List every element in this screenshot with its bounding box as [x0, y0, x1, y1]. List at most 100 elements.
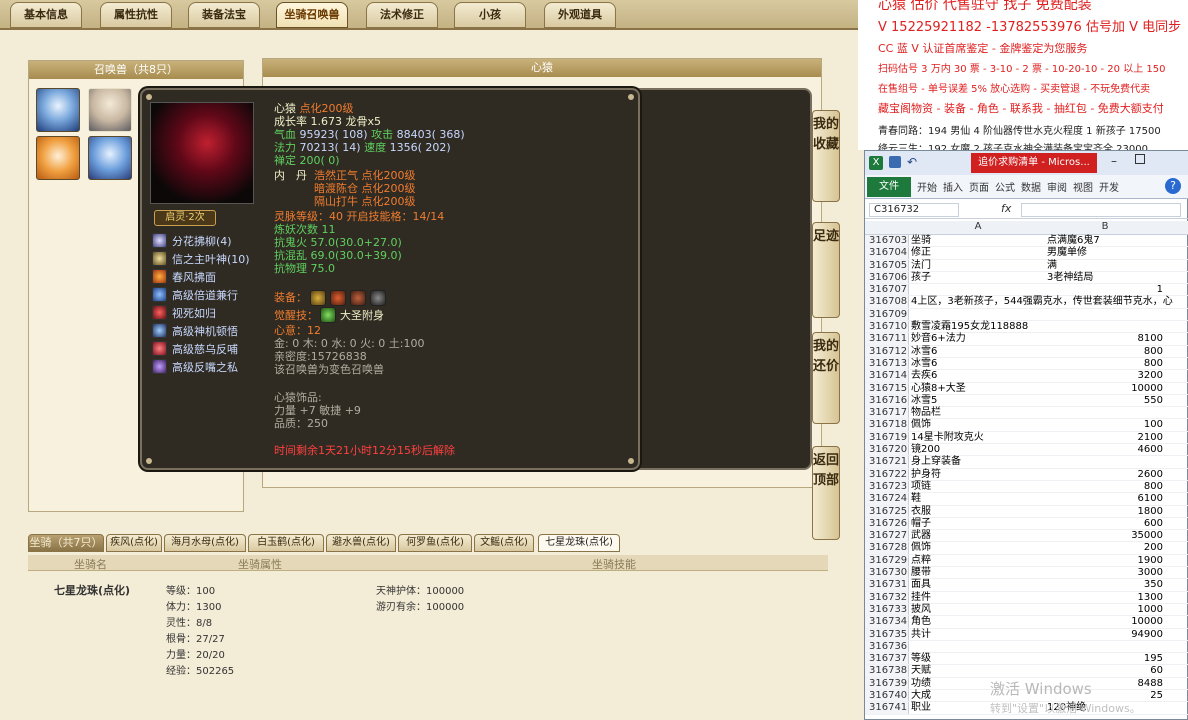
cell-a[interactable]: 孩子	[911, 272, 1045, 284]
cell-a[interactable]: 点粹	[911, 555, 1045, 567]
summon-avatar-3[interactable]	[36, 136, 80, 180]
row-number[interactable]: 316719	[865, 431, 909, 444]
cell-b[interactable]: 600	[1047, 518, 1163, 530]
row-number[interactable]: 316711	[865, 333, 909, 345]
tab-attributes[interactable]: 属性抗性	[100, 2, 172, 28]
table-row[interactable]: 316709	[865, 308, 1188, 322]
summon-avatar-1[interactable]	[36, 88, 80, 132]
cell-a[interactable]: 武器	[911, 530, 1045, 542]
row-number[interactable]: 316726	[865, 517, 909, 530]
table-row[interactable]: 316733 披风 1000	[865, 603, 1188, 617]
table-row[interactable]: 316729 点粹 1900	[865, 554, 1188, 568]
column-b-header[interactable]: B	[1047, 221, 1163, 232]
cell-b[interactable]: 10000	[1047, 383, 1163, 395]
cell-a[interactable]: 冰雪5	[911, 395, 1045, 407]
mount-tab[interactable]: 避水兽(点化)	[326, 534, 396, 552]
cell-b[interactable]: 3老神结局	[1047, 272, 1163, 284]
ribbon-tab[interactable]: 公式	[995, 179, 1015, 194]
cell-b[interactable]: 1000	[1047, 604, 1163, 616]
row-number[interactable]: 316728	[865, 542, 909, 554]
ribbon-tab-file[interactable]: 文件	[867, 177, 911, 197]
row-number[interactable]: 316722	[865, 468, 909, 480]
cell-b[interactable]: 2100	[1047, 432, 1163, 444]
tab-child[interactable]: 小孩	[454, 2, 526, 28]
table-row[interactable]: 316710 敷雪凌霜195女龙118888	[865, 321, 1188, 334]
cell-a[interactable]: 挂件	[911, 592, 1045, 604]
save-icon[interactable]	[889, 156, 901, 168]
ribbon-tab[interactable]: 数据	[1021, 179, 1041, 194]
table-row[interactable]: 316717 物品栏	[865, 407, 1188, 420]
tab-equipment[interactable]: 装备法宝	[188, 2, 260, 28]
row-number[interactable]: 316717	[865, 407, 909, 419]
cell-a[interactable]: 冰雪6	[911, 346, 1045, 358]
cell-a[interactable]: 天赋	[911, 665, 1045, 677]
table-row[interactable]: 316715 心猿8+大圣 10000	[865, 382, 1188, 395]
table-row[interactable]: 316711 妙音6+法力 8100	[865, 333, 1188, 346]
table-row[interactable]: 316707 1	[865, 284, 1188, 297]
ribbon-tab[interactable]: 页面	[969, 179, 989, 194]
cell-b[interactable]: 800	[1047, 358, 1163, 370]
cell-b[interactable]: 点满魔6鬼7	[1047, 235, 1163, 247]
summon-avatar-4[interactable]	[88, 136, 132, 180]
table-row[interactable]: 316712 冰雪6 800	[865, 345, 1188, 358]
table-row[interactable]: 316714 去疾6 3200	[865, 370, 1188, 383]
cell-a[interactable]: 坐骑	[911, 235, 1045, 247]
tab-spell-fix[interactable]: 法术修正	[366, 2, 438, 28]
row-number[interactable]: 316712	[865, 345, 909, 357]
row-number[interactable]: 316718	[865, 419, 909, 431]
table-row[interactable]: 316704 修正 男魔单修	[865, 247, 1188, 260]
cell-a[interactable]: 修正	[911, 247, 1045, 259]
tab-mount-summon[interactable]: 坐骑召唤兽	[276, 2, 348, 28]
cell-a[interactable]: 腰带	[911, 567, 1045, 579]
cell-b[interactable]: 100	[1047, 419, 1163, 431]
row-number[interactable]: 316703	[865, 235, 909, 247]
row-number[interactable]: 316715	[865, 382, 909, 394]
table-row[interactable]: 316721 身上穿装备	[865, 456, 1188, 469]
row-number[interactable]: 316733	[865, 603, 909, 616]
table-row[interactable]: 316737 等级 195	[865, 653, 1188, 666]
equip-slot-3-icon[interactable]	[350, 290, 366, 306]
cell-b[interactable]: 35000	[1047, 530, 1163, 542]
cell-a[interactable]: 帽子	[911, 518, 1045, 530]
row-number[interactable]: 316729	[865, 554, 909, 567]
table-row[interactable]: 316713 冰雪6 800	[865, 357, 1188, 371]
table-row[interactable]: 316724 鞋 6100	[865, 493, 1188, 506]
cell-a[interactable]: 妙音6+法力	[911, 333, 1045, 345]
mount-tab-active[interactable]: 七星龙珠(点化)	[538, 534, 620, 552]
row-number[interactable]: 316736	[865, 640, 909, 653]
ribbon-tab[interactable]: 审阅	[1047, 179, 1067, 194]
cell-a[interactable]: 佩饰	[911, 542, 1045, 554]
row-number[interactable]: 316730	[865, 567, 909, 579]
cell-a[interactable]: 去疾6	[911, 370, 1045, 382]
table-row[interactable]: 316722 护身符 2600	[865, 468, 1188, 481]
cell-b[interactable]: 800	[1047, 346, 1163, 358]
table-row[interactable]: 316723 项链 800	[865, 480, 1188, 494]
tab-basic-info[interactable]: 基本信息	[10, 2, 82, 28]
cell-a[interactable]: 披风	[911, 604, 1045, 616]
row-number[interactable]: 316724	[865, 493, 909, 505]
cell-b[interactable]: 1800	[1047, 506, 1163, 518]
mount-count-tab[interactable]: 坐骑（共7只）	[28, 534, 104, 552]
row-number[interactable]: 316741	[865, 702, 909, 714]
cell-b[interactable]: 1900	[1047, 555, 1163, 567]
cell-b[interactable]: 94900	[1047, 629, 1163, 641]
table-row[interactable]: 316706 孩子 3老神结局	[865, 271, 1188, 285]
cell-a[interactable]: 14星卡附攻克火	[911, 432, 1045, 444]
cell-b[interactable]: 195	[1047, 653, 1163, 665]
row-number[interactable]: 316707	[865, 284, 909, 296]
row-number[interactable]: 316705	[865, 259, 909, 271]
table-row[interactable]: 316719 14星卡附攻克火 2100	[865, 431, 1188, 445]
ribbon-tab[interactable]: 开始	[917, 179, 937, 194]
cell-a[interactable]: 法门	[911, 260, 1045, 272]
row-number[interactable]: 316731	[865, 579, 909, 591]
row-number[interactable]: 316723	[865, 480, 909, 493]
row-number[interactable]: 316737	[865, 653, 909, 665]
side-button-back-to-top[interactable]: 返回顶部	[812, 446, 840, 540]
row-number[interactable]: 316735	[865, 628, 909, 640]
cell-b[interactable]: 60	[1047, 665, 1163, 677]
cell-b[interactable]: 2600	[1047, 469, 1163, 481]
row-number[interactable]: 316710	[865, 321, 909, 333]
fx-icon[interactable]: fx	[1001, 202, 1011, 215]
cell-a[interactable]: 鞋	[911, 493, 1045, 505]
cell-b[interactable]: 4600	[1047, 444, 1163, 456]
